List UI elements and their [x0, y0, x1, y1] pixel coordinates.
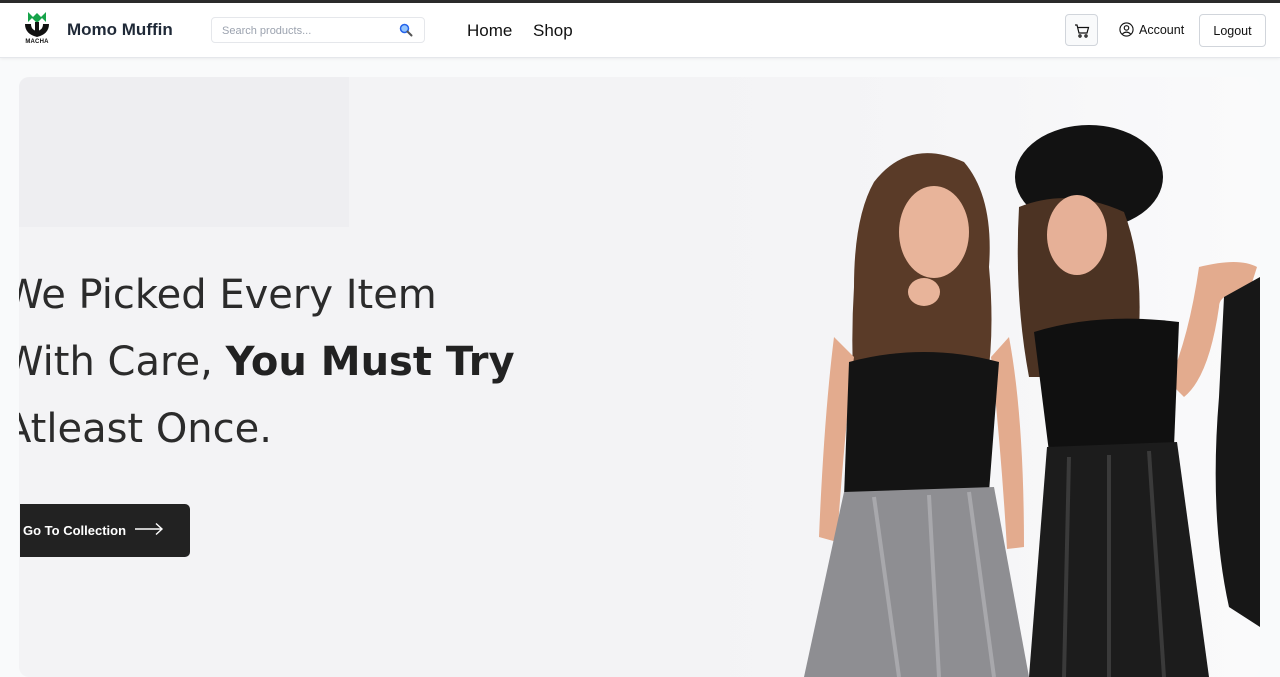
- navbar: MACHA Momo Muffin Home Shop Account Logo…: [0, 3, 1280, 58]
- cta-label: Go To Collection: [23, 523, 127, 538]
- account-icon: [1119, 22, 1134, 37]
- nav-link-home[interactable]: Home: [467, 21, 512, 41]
- brand-name[interactable]: Momo Muffin: [67, 20, 173, 40]
- hero-headline-line-2-regular: With Care,: [19, 339, 226, 385]
- logo-icon: [25, 12, 49, 37]
- logout-button[interactable]: Logout: [1199, 14, 1266, 47]
- account-label: Account: [1139, 23, 1185, 37]
- hero-banner: We Picked Every Item With Care, You Must…: [19, 77, 1260, 677]
- logo[interactable]: MACHA: [22, 10, 52, 50]
- nav-link-shop[interactable]: Shop: [533, 21, 573, 41]
- go-to-collection-button[interactable]: Go To Collection: [20, 504, 190, 557]
- hero-background-shade: [19, 77, 349, 227]
- logo-text: MACHA: [25, 39, 49, 45]
- hero-headline-line-1: We Picked Every Item: [19, 272, 437, 318]
- hero-headline-emphasis: You Must Try: [225, 339, 515, 385]
- hero-headline-line-3: Atleast Once.: [19, 406, 272, 452]
- cart-icon: [1075, 24, 1090, 38]
- search-icon[interactable]: [399, 23, 413, 37]
- search-box: [211, 17, 425, 43]
- hero-models-image: [804, 125, 1260, 677]
- hero-headline-line-2: With Care, You Must Try: [19, 329, 624, 396]
- search-input[interactable]: [220, 21, 394, 41]
- hero-headline: We Picked Every Item With Care, You Must…: [19, 262, 624, 463]
- cart-button[interactable]: [1065, 14, 1098, 46]
- arrow-right-icon: [135, 522, 164, 536]
